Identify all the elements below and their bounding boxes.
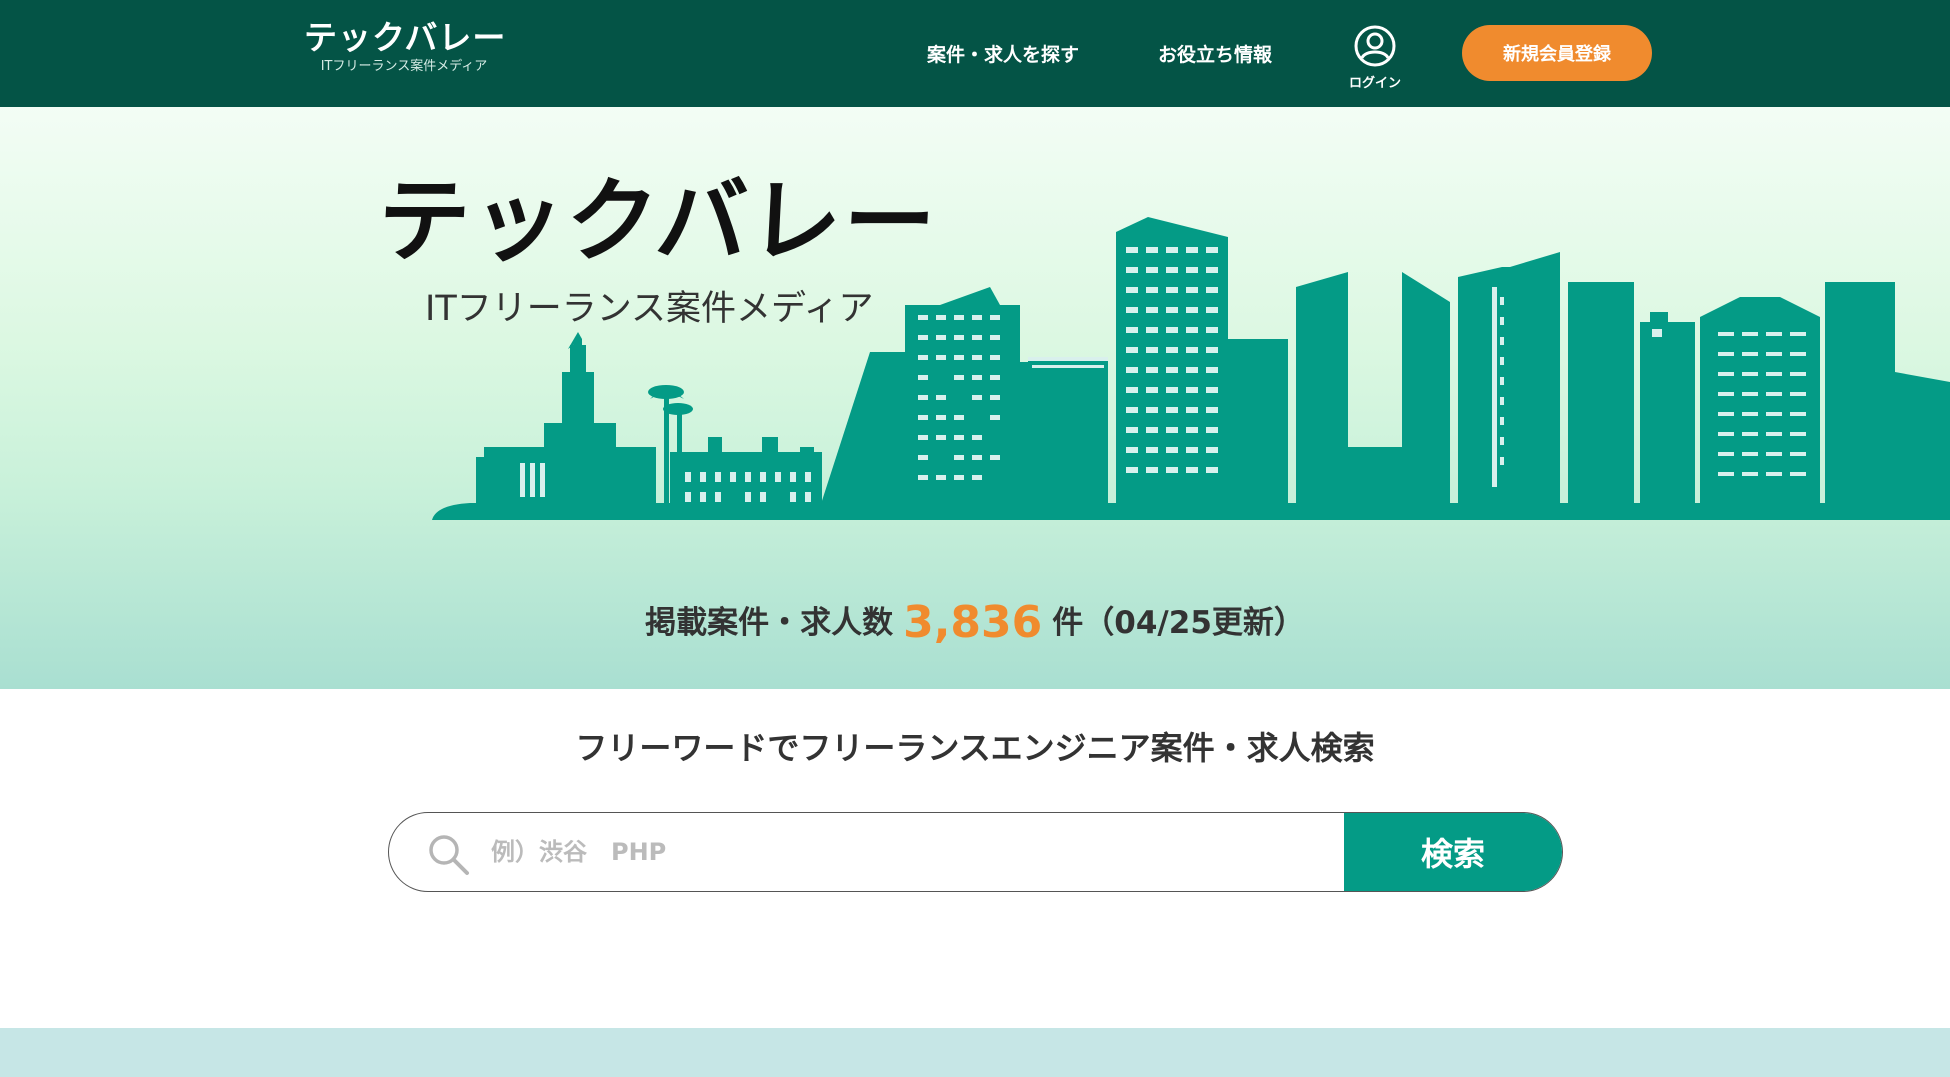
search-heading: フリーワードでフリーランスエンジニア案件・求人検索 (575, 729, 1375, 767)
hero-subtitle: ITフリーランス案件メディア (425, 289, 874, 329)
site-logo[interactable]: テックバレー ITフリーランス案件メディア (304, 18, 507, 75)
user-icon (1354, 25, 1396, 67)
listing-count-prefix: 掲載案件・求人数 (645, 605, 894, 641)
hero-banner: テックバレー ITフリーランス案件メディア 掲載案件・求人数 3,836 件（04/… (0, 107, 1950, 689)
listing-count: 掲載案件・求人数 3,836 件（04/25更新） (0, 597, 1950, 648)
login-label: ログイン (1348, 76, 1401, 91)
register-button[interactable]: 新規会員登録 (1462, 25, 1652, 81)
listing-count-suffix: 件（04/25更新） (1052, 605, 1305, 641)
logo-subtitle: ITフリーランス案件メディア (320, 59, 488, 74)
nav-find-jobs[interactable]: 案件・求人を探す (927, 40, 1079, 67)
login-button[interactable]: ログイン (1340, 24, 1410, 91)
search-form: 検索 (388, 812, 1563, 892)
nav-useful-info[interactable]: お役立ち情報 (1158, 40, 1272, 67)
search-button[interactable]: 検索 (1344, 813, 1562, 891)
search-icon (429, 835, 469, 875)
site-header: テックバレー ITフリーランス案件メディア 案件・求人を探す お役立ち情報 ログ… (0, 0, 1950, 107)
section-divider (0, 1028, 1950, 1077)
search-input[interactable] (489, 813, 1339, 891)
listing-count-value: 3,836 (903, 597, 1043, 648)
hero-title: テックバレー (375, 168, 941, 275)
logo-title: テックバレー (304, 18, 507, 57)
